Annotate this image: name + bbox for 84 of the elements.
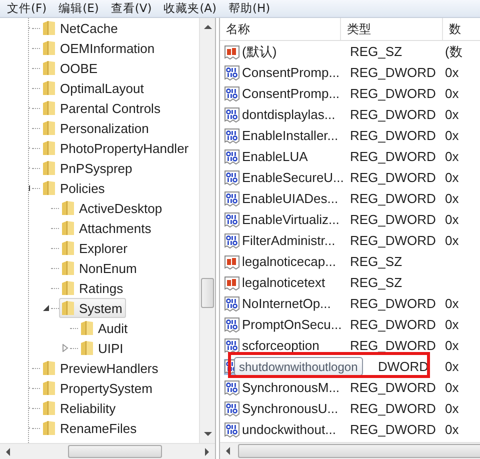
value-name[interactable]: PromptOnSecu... bbox=[242, 317, 342, 332]
table-cell: 0x bbox=[445, 422, 459, 437]
tree-item[interactable]: Ratings bbox=[59, 278, 128, 298]
tree-item[interactable]: NonEnum bbox=[59, 258, 141, 278]
menu-item[interactable]: 文件(F) bbox=[6, 1, 48, 16]
tree-item[interactable]: NetCache bbox=[40, 18, 122, 38]
tree-item[interactable]: Explorer bbox=[59, 238, 132, 258]
table-cell: REG_SZ bbox=[350, 254, 402, 269]
table-cell: REG_DWORD bbox=[350, 212, 436, 227]
value-name[interactable]: dontdisplaylas... bbox=[242, 107, 336, 122]
tree-item[interactable]: ActiveDesktop bbox=[59, 198, 166, 218]
table-cell: REG_DWORD bbox=[350, 338, 436, 353]
table-cell: REG_DWORD bbox=[350, 317, 436, 332]
table-cell: 0x bbox=[445, 401, 459, 416]
table-cell: 0x bbox=[445, 128, 459, 143]
value-name[interactable]: scforceoption bbox=[242, 338, 320, 353]
table-cell: REG_DWORD bbox=[350, 296, 436, 311]
value-name[interactable]: legalnoticetext bbox=[242, 275, 326, 290]
value-name[interactable]: EnableInstaller... bbox=[242, 128, 338, 143]
value-name[interactable]: undockwithout... bbox=[242, 422, 336, 437]
table-cell: REG_DWORD bbox=[350, 191, 436, 206]
tree-item[interactable]: PhotoPropertyHandler bbox=[40, 138, 193, 158]
table-cell: 0x bbox=[445, 170, 459, 185]
value-name[interactable]: (默认) bbox=[242, 44, 277, 58]
value-name[interactable]: SynchronousU... bbox=[242, 401, 338, 416]
tree-item[interactable]: OOBE bbox=[40, 58, 102, 78]
table-cell: REG_DWORD bbox=[350, 233, 436, 248]
menu-item[interactable]: 收藏夹(A) bbox=[162, 1, 218, 16]
table-cell: 0x bbox=[445, 296, 459, 311]
tree-item[interactable]: RenameFiles bbox=[40, 418, 141, 438]
table-cell: REG_DWORD bbox=[350, 380, 436, 395]
table-cell: 0x bbox=[445, 212, 459, 227]
value-name[interactable]: ConsentPromp... bbox=[242, 86, 340, 101]
column-header[interactable]: 数 bbox=[443, 18, 480, 40]
table-cell: REG_SZ bbox=[350, 44, 402, 59]
table-cell: 0x bbox=[445, 317, 459, 332]
tree-item[interactable]: PnPSysprep bbox=[40, 158, 136, 178]
table-cell: REG_DWORD bbox=[350, 170, 436, 185]
table-cell: DWORD bbox=[378, 359, 429, 374]
tree-item[interactable]: PropertySystem bbox=[40, 378, 156, 398]
table-cell: REG_DWORD bbox=[350, 149, 436, 164]
value-name[interactable]: SynchronousM... bbox=[242, 380, 340, 395]
column-header[interactable]: 类型 bbox=[341, 18, 443, 40]
column-header[interactable]: 名称 bbox=[220, 18, 341, 40]
tree-item[interactable]: Attachments bbox=[59, 218, 156, 238]
tree-item[interactable]: PreviewHandlers bbox=[40, 358, 162, 378]
value-name[interactable]: EnableUIADes... bbox=[242, 191, 338, 206]
tree-item[interactable]: UIPI bbox=[78, 338, 128, 358]
tree-item[interactable]: OptimalLayout bbox=[40, 78, 148, 98]
menu-item[interactable]: 帮助(H) bbox=[228, 1, 272, 16]
table-cell: (数 bbox=[445, 44, 462, 58]
table-cell: REG_SZ bbox=[350, 275, 402, 290]
value-name[interactable]: EnableSecureU... bbox=[242, 170, 344, 185]
tree-item[interactable]: Audit bbox=[78, 318, 132, 338]
table-cell: REG_DWORD bbox=[350, 422, 436, 437]
table-cell: REG_DWORD bbox=[350, 401, 436, 416]
table-cell: 0x bbox=[445, 380, 459, 395]
menu-item[interactable]: 查看(V) bbox=[110, 1, 153, 16]
table-cell: REG_DWORD bbox=[350, 128, 436, 143]
table-cell: 0x bbox=[445, 191, 459, 206]
tree-item[interactable]: Reliability bbox=[40, 398, 120, 418]
value-name[interactable]: FilterAdministr... bbox=[242, 233, 336, 248]
table-cell: REG_DWORD bbox=[350, 86, 436, 101]
table-cell: 0x bbox=[445, 149, 459, 164]
tooltip: shutdownwithoutlogon bbox=[234, 357, 363, 376]
tree-item[interactable]: OEMInformation bbox=[40, 38, 159, 58]
value-name[interactable]: ConsentPromp... bbox=[242, 65, 340, 80]
table-cell: 0x bbox=[445, 65, 459, 80]
table-cell: REG_DWORD bbox=[350, 65, 436, 80]
tree-item[interactable]: Personalization bbox=[40, 118, 153, 138]
table-cell: 0x bbox=[445, 338, 459, 353]
table-cell: 0x bbox=[445, 233, 459, 248]
table-cell: REG_DWORD bbox=[350, 107, 436, 122]
tree-item[interactable]: Policies bbox=[40, 178, 109, 198]
value-name[interactable]: EnableLUA bbox=[242, 149, 308, 164]
value-name[interactable]: legalnoticecap... bbox=[242, 254, 336, 269]
table-cell: 0x bbox=[445, 359, 459, 374]
value-name[interactable]: NoInternetOp... bbox=[242, 296, 331, 311]
tree-item[interactable]: System bbox=[59, 298, 126, 318]
tree-item[interactable]: Parental Controls bbox=[40, 98, 164, 118]
value-name[interactable]: EnableVirtualiz... bbox=[242, 212, 340, 227]
menu-item[interactable]: 编辑(E) bbox=[58, 1, 100, 16]
table-cell: 0x bbox=[445, 107, 459, 122]
table-cell: 0x bbox=[445, 86, 459, 101]
